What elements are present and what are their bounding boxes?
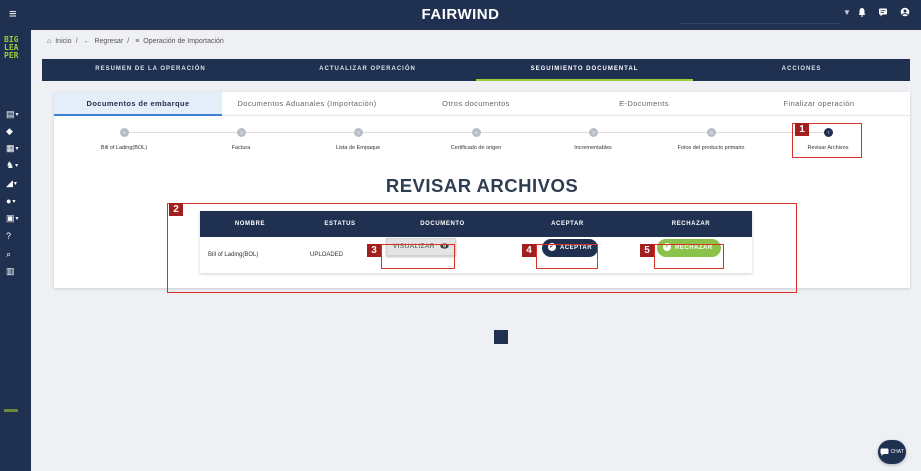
step-dot[interactable]: 6 [707, 128, 716, 137]
callout-box-5 [654, 244, 724, 269]
tab-actualizar[interactable]: ACTUALIZAR OPERACIÓN [259, 59, 476, 81]
subtab-documentos-embarque[interactable]: Documentos de embarque [54, 92, 222, 116]
message-icon[interactable] [876, 7, 890, 21]
sidebar-footer-mark [4, 409, 18, 412]
sidebar-shipping-icon[interactable]: ●▾ [6, 195, 28, 207]
callout-box-3 [381, 244, 455, 269]
step-dot[interactable]: 3 [354, 128, 363, 137]
section-title: REVISAR ARCHIVOS [385, 175, 579, 196]
subtab-finalizar[interactable]: Finalizar operación [728, 92, 910, 116]
top-bar: ≡ FAIRWIND ▼ [0, 0, 921, 30]
step-label: Incrementables [574, 145, 612, 151]
callout-number-2: 2 [169, 203, 183, 216]
home-icon: ⌂ [47, 38, 52, 45]
step-label: Lista de Empaque [335, 145, 381, 151]
sidebar-map-icon[interactable]: ▥ [6, 265, 28, 277]
top-selector[interactable] [680, 4, 840, 24]
subtab-e-documents[interactable]: E-Documents [560, 92, 728, 116]
loader-square [494, 330, 508, 344]
sidebar-card-icon[interactable]: ▣▾ [6, 212, 28, 224]
step-dot[interactable]: 2 [237, 128, 246, 137]
callout-number-1: 1 [795, 123, 809, 136]
subtab-documentos-aduanales[interactable]: Documentos Aduanales (Importación) [222, 92, 392, 116]
tab-acciones[interactable]: ACCIONES [693, 59, 910, 81]
step-label: Certificado de origen [450, 145, 502, 151]
sidebar-people-icon[interactable]: ♞▾ [6, 159, 28, 171]
step-label: Fotos del producto primario [677, 145, 745, 151]
callout-box-4 [536, 244, 598, 269]
logo: BIG LEA PER [4, 35, 19, 60]
main-tabs: RESUMEN DE LA OPERACIÓN ACTUALIZAR OPERA… [42, 59, 910, 81]
step-label: Factura [231, 145, 251, 151]
sidebar-help-icon[interactable]: ? [6, 230, 28, 242]
sub-tabs: Documentos de embarque Documentos Aduana… [54, 92, 910, 116]
breadcrumb-home[interactable]: Inicio [55, 38, 71, 45]
step-dot[interactable]: 4 [472, 128, 481, 137]
bell-icon[interactable] [855, 7, 869, 21]
chevron-down-icon[interactable]: ▼ [843, 8, 851, 17]
breadcrumb-back[interactable]: Regresar [94, 38, 123, 45]
chat-label: CHAT [890, 449, 904, 455]
chat-icon [880, 448, 890, 456]
tab-resumen[interactable]: RESUMEN DE LA OPERACIÓN [42, 59, 259, 81]
user-account-icon[interactable] [898, 7, 912, 21]
sidebar-truck-icon[interactable]: ◢▾ [6, 177, 28, 189]
tab-seguimiento[interactable]: SEGUIMIENTO DOCUMENTAL [476, 59, 693, 81]
callout-number-4: 4 [522, 244, 536, 257]
callout-number-5: 5 [640, 244, 654, 257]
breadcrumb-current: Operación de Importación [143, 38, 224, 45]
back-arrow-icon: ← [83, 38, 91, 45]
step-dot[interactable]: 1 [120, 128, 129, 137]
callout-number-3: 3 [367, 244, 381, 257]
subtab-otros-documentos[interactable]: Otros documentos [392, 92, 560, 116]
sidebar-clipboard-icon[interactable]: ▤▾ [6, 108, 28, 120]
sidebar-search-icon[interactable]: ⌕ [6, 248, 28, 260]
list-icon: ≡ [135, 38, 140, 45]
step-dot[interactable]: 5 [589, 128, 598, 137]
breadcrumb: ⌂ Inicio / ← Regresar / ≡ Operación de Import… [47, 38, 224, 45]
sidebar-chart-icon[interactable]: ▦▾ [6, 142, 28, 154]
step-label: Bill of Lading(BOL) [100, 145, 148, 151]
sidebar-tag-icon[interactable]: ◆ [6, 125, 28, 137]
chat-button[interactable]: CHAT [878, 440, 906, 464]
